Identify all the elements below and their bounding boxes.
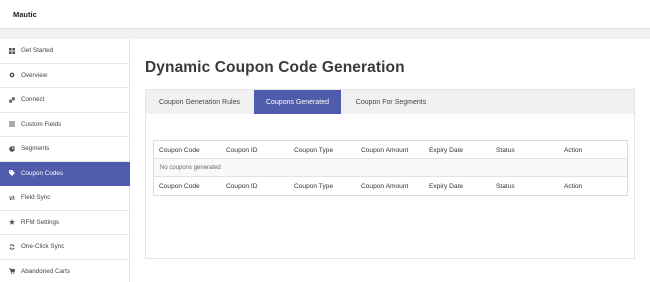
sidebar-item-coupon-codes[interactable]: Coupon Codes — [0, 161, 130, 186]
column-header: Expiry Date — [429, 146, 464, 154]
column-header: Action — [564, 146, 583, 154]
link-icon — [9, 96, 15, 103]
segments-icon — [9, 145, 15, 152]
coupons-table: Coupon Code Coupon ID Coupon Type Coupon… — [153, 140, 628, 196]
sidebar-item-custom-fields[interactable]: Custom Fields — [0, 113, 130, 137]
sidebar: Get Started Overview Connect Custom Fiel… — [0, 39, 130, 282]
sidebar-item-one-click-sync[interactable]: One-Click Sync — [0, 235, 130, 260]
sidebar-item-abandoned-carts[interactable]: Abandoned Carts — [0, 260, 130, 282]
tab-coupon-generation-rules[interactable]: Coupon Generation Rules — [146, 90, 253, 114]
column-header: Coupon Amount — [361, 146, 409, 154]
column-footer: Action — [564, 182, 583, 190]
sidebar-item-label: RFM Settings — [21, 218, 60, 226]
header-band — [0, 29, 650, 39]
refresh-icon — [9, 244, 15, 250]
sidebar-item-connect[interactable]: Connect — [0, 88, 130, 113]
coupon-panel: Coupon Generation Rules Coupons Generate… — [145, 89, 635, 259]
table-header-row: Coupon Code Coupon ID Coupon Type Coupon… — [154, 141, 627, 159]
sidebar-item-label: Get Started — [21, 47, 54, 55]
column-header: Coupon ID — [226, 146, 258, 154]
tab-coupon-for-segments[interactable]: Coupon For Segments — [342, 90, 440, 114]
sidebar-item-field-sync[interactable]: Field Sync — [0, 186, 130, 211]
sidebar-item-label: Custom Fields — [21, 120, 62, 128]
sidebar-item-overview[interactable]: Overview — [0, 64, 130, 88]
column-header: Status — [496, 146, 515, 154]
cart-icon — [9, 268, 15, 274]
column-header: Coupon Code — [159, 146, 200, 154]
sidebar-item-label: One-Click Sync — [21, 243, 65, 251]
sidebar-item-label: Overview — [21, 71, 48, 79]
main-content: Dynamic Coupon Code Generation Coupon Ge… — [131, 39, 650, 282]
column-footer: Status — [496, 182, 515, 190]
grid-icon — [9, 47, 15, 54]
sidebar-item-label: Coupon Codes — [21, 169, 64, 177]
tab-bar: Coupon Generation Rules Coupons Generate… — [146, 90, 634, 114]
top-bar: Mautic — [0, 0, 650, 29]
tag-icon — [9, 170, 15, 177]
column-footer: Coupon ID — [226, 182, 258, 190]
table-footer-row: Coupon Code Coupon ID Coupon Type Coupon… — [154, 177, 627, 195]
page-title: Dynamic Coupon Code Generation — [145, 59, 405, 76]
column-header: Coupon Type — [294, 146, 334, 154]
sidebar-item-label: Connect — [21, 96, 45, 104]
column-footer: Expiry Date — [429, 182, 464, 190]
exchange-icon — [9, 195, 15, 201]
column-footer: Coupon Code — [159, 182, 200, 190]
sidebar-item-rfm-settings[interactable]: RFM Settings — [0, 211, 130, 235]
list-icon — [9, 121, 15, 127]
empty-row: No coupons generated — [154, 159, 627, 177]
app-title: Mautic — [13, 10, 37, 19]
column-footer: Coupon Type — [294, 182, 334, 190]
sidebar-item-get-started[interactable]: Get Started — [0, 39, 130, 64]
sidebar-item-label: Abandoned Carts — [21, 267, 71, 275]
sidebar-item-segments[interactable]: Segments — [0, 137, 130, 162]
gear-icon — [9, 72, 15, 78]
tab-coupons-generated[interactable]: Coupons Generated — [254, 90, 341, 114]
sidebar-item-label: Field Sync — [21, 194, 51, 202]
column-footer: Coupon Amount — [361, 182, 409, 190]
sidebar-item-label: Segments — [21, 145, 50, 153]
star-icon — [9, 219, 15, 226]
empty-message: No coupons generated — [160, 165, 221, 171]
